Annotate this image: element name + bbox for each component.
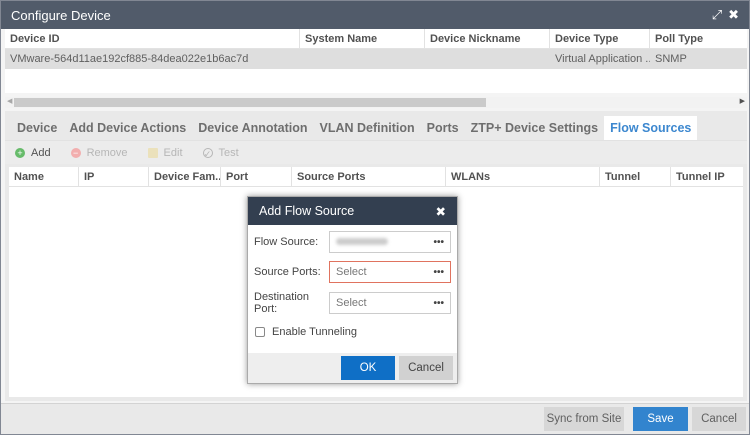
source-ports-browse-icon[interactable]: ••• <box>433 267 444 278</box>
destination-port-row: Destination Port: Select ••• <box>254 291 452 315</box>
destination-port-browse-icon[interactable]: ••• <box>433 298 444 309</box>
checkbox-icon[interactable] <box>255 327 265 337</box>
destination-port-input[interactable]: Select ••• <box>329 292 451 314</box>
flow-source-row: Flow Source: ••• <box>254 231 452 253</box>
flow-source-input[interactable]: ••• <box>329 231 451 253</box>
source-ports-placeholder: Select <box>336 266 367 278</box>
dialog-title: Add Flow Source <box>259 204 355 218</box>
source-ports-row: Source Ports: Select ••• <box>254 261 452 283</box>
dialog-close-icon[interactable]: ✖ <box>436 204 446 219</box>
flow-source-label: Flow Source: <box>254 236 319 248</box>
enable-tunneling-checkbox[interactable]: Enable Tunneling <box>255 326 357 338</box>
destination-port-label: Destination Port: <box>254 291 310 315</box>
flow-source-browse-icon[interactable]: ••• <box>433 237 444 248</box>
add-flow-source-dialog: Add Flow Source ✖ Flow Source: ••• Sourc… <box>247 196 458 384</box>
dialog-titlebar: Add Flow Source ✖ <box>248 197 457 225</box>
enable-tunneling-label: Enable Tunneling <box>272 326 358 338</box>
source-ports-input[interactable]: Select ••• <box>329 261 451 283</box>
dialog-cancel-button[interactable]: Cancel <box>399 356 453 380</box>
dialog-footer: OK Cancel <box>248 353 457 383</box>
destination-port-placeholder: Select <box>336 297 367 309</box>
flow-source-value-redacted <box>336 238 388 245</box>
source-ports-label: Source Ports: <box>254 266 321 278</box>
ok-button[interactable]: OK <box>341 356 395 380</box>
